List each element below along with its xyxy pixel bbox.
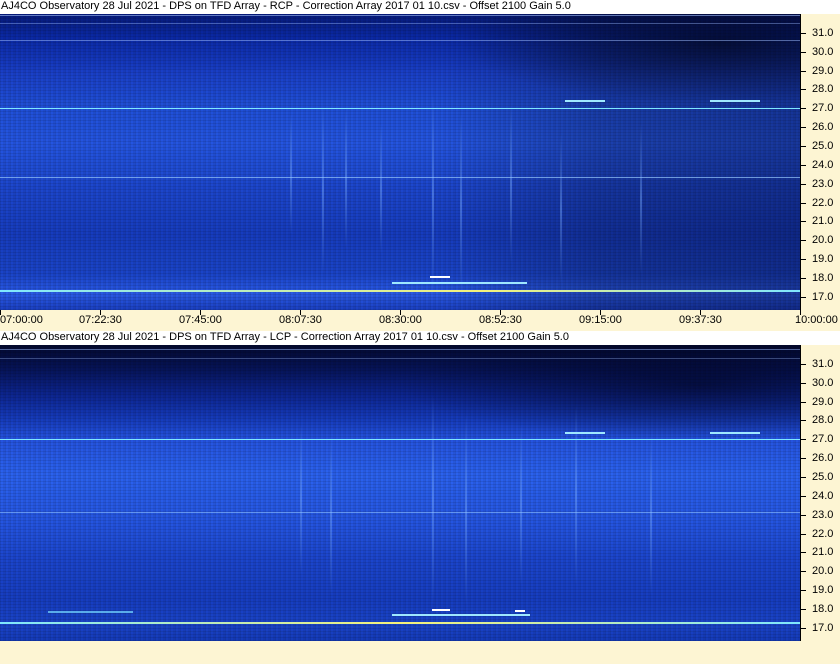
y-tick-label: 30.0 [812,377,834,389]
x-tick-label: 08:52:30 [479,314,522,326]
y-tick-label: 31.0 [812,358,834,370]
x-tick-label: 09:37:30 [679,314,722,326]
y-axis-rcp: 31.0 30.0 29.0 28.0 27.0 26.0 25.0 24.0 23.0 22.0… [800,14,840,310]
y-tick-label: 22.0 [812,528,834,540]
y-tick [801,609,806,610]
y-tick [801,458,806,459]
y-tick-label: 27.0 [812,102,834,114]
x-tick-label: 07:45:00 [179,314,222,326]
y-tick [801,590,806,591]
y-tick-label: 31.0 [812,27,834,39]
y-tick [801,52,806,53]
y-tick-label: 29.0 [812,65,834,77]
y-tick [801,552,806,553]
y-tick [801,496,806,497]
y-tick-label: 21.0 [812,546,834,558]
spectrogram-rcp [0,14,800,310]
y-tick [801,364,806,365]
y-tick [801,297,806,298]
y-tick [801,127,806,128]
y-tick [801,203,806,204]
y-tick [801,420,806,421]
y-tick-label: 21.0 [812,215,834,227]
y-tick [801,259,806,260]
y-tick-label: 23.0 [812,178,834,190]
y-tick-label: 20.0 [812,234,834,246]
y-tick-label: 30.0 [812,46,834,58]
x-tick-label: 08:07:30 [279,314,322,326]
y-tick [801,240,806,241]
y-tick-label: 18.0 [812,272,834,284]
y-tick [801,477,806,478]
y-tick-label: 29.0 [812,396,834,408]
y-tick-label: 17.0 [812,291,834,303]
y-tick [801,146,806,147]
x-axis: 07:00:00 07:22:30 07:45:00 08:07:30 08:30:00… [0,310,840,330]
panel-1-title: AJ4CO Observatory 28 Jul 2021 - DPS on T… [0,0,840,14]
y-axis-lcp: 31.0 30.0 29.0 28.0 27.0 26.0 25.0 24.0 23.0 22.0… [800,345,840,641]
x-tick-label: 08:30:00 [379,314,422,326]
y-tick-label: 18.0 [812,603,834,615]
y-tick [801,383,806,384]
y-tick [801,165,806,166]
y-tick-label: 22.0 [812,197,834,209]
y-tick [801,571,806,572]
line-17-2-mhz [0,290,800,292]
y-tick-label: 19.0 [812,253,834,265]
x-tick-label: 07:22:30 [79,314,122,326]
y-tick [801,89,806,90]
panel-2-title: AJ4CO Observatory 28 Jul 2021 - DPS on T… [0,331,840,345]
y-tick-label: 19.0 [812,584,834,596]
y-tick-label: 20.0 [812,565,834,577]
y-tick [801,33,806,34]
x-tick-label: 07:00:00 [0,314,43,326]
y-tick-label: 26.0 [812,452,834,464]
y-tick-label: 26.0 [812,121,834,133]
y-tick [801,184,806,185]
y-tick-label: 17.0 [812,622,834,634]
spectrogram-lcp [0,345,800,641]
x-tick-label: 09:15:00 [579,314,622,326]
y-tick-label: 25.0 [812,140,834,152]
y-tick-label: 23.0 [812,509,834,521]
x-tick-label: 10:00:00 [795,314,838,326]
y-tick [801,534,806,535]
y-tick [801,278,806,279]
y-tick-label: 28.0 [812,414,834,426]
y-tick-label: 27.0 [812,433,834,445]
y-tick [801,628,806,629]
y-tick [801,439,806,440]
y-tick-label: 28.0 [812,83,834,95]
y-tick [801,71,806,72]
y-tick-label: 24.0 [812,159,834,171]
y-tick [801,402,806,403]
y-tick [801,108,806,109]
line-26-9-mhz [0,108,800,109]
y-tick-label: 25.0 [812,471,834,483]
y-tick [801,515,806,516]
y-tick [801,221,806,222]
y-tick-label: 24.0 [812,490,834,502]
